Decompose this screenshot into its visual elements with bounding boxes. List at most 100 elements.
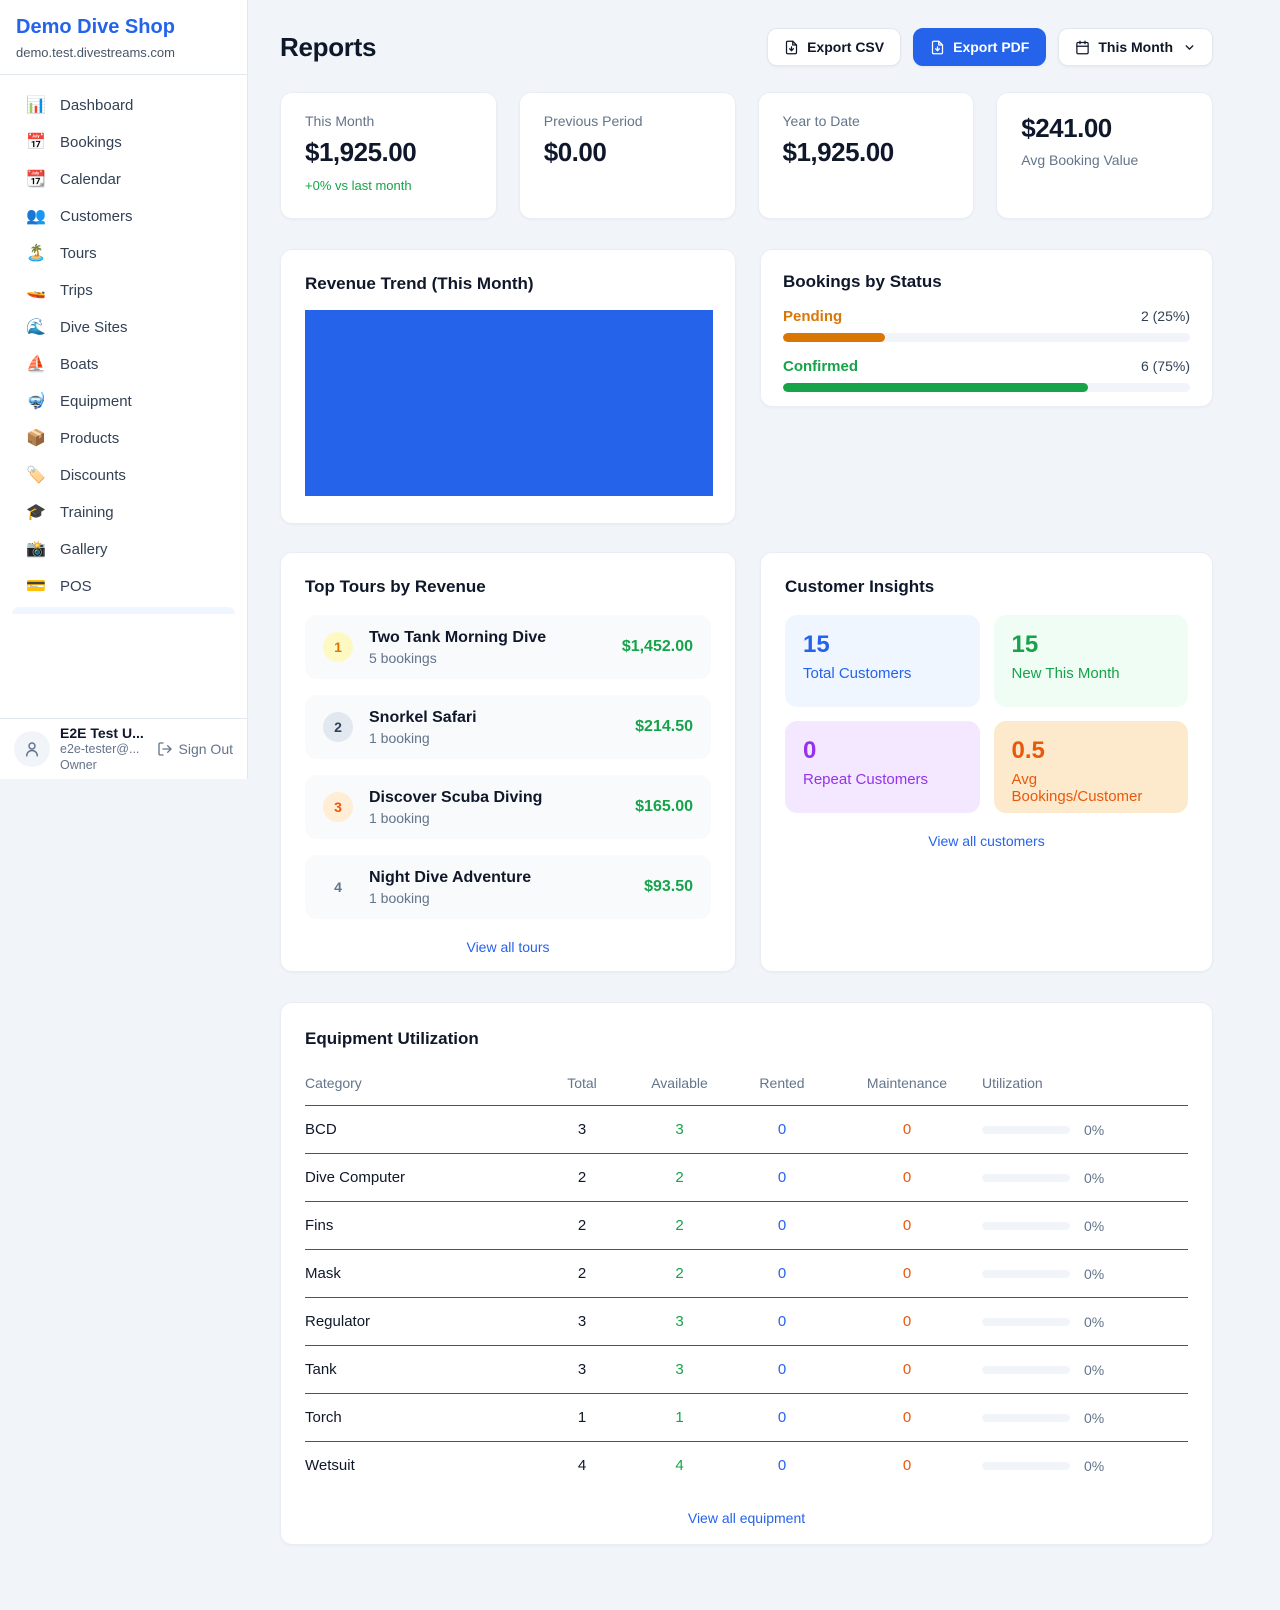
customer-insights-title: Customer Insights <box>785 577 1188 597</box>
cell-available: 1 <box>627 1394 732 1442</box>
utilization-pct: 0% <box>1084 1122 1104 1138</box>
tour-row[interactable]: 2 Snorkel Safari 1 booking $214.50 <box>305 695 711 759</box>
cell-total: 1 <box>537 1394 627 1442</box>
cell-total: 2 <box>537 1202 627 1250</box>
column-header-available: Available <box>627 1063 732 1106</box>
cell-total: 3 <box>537 1346 627 1394</box>
sidebar-item-label: Tours <box>60 245 97 262</box>
table-row: Dive Computer 2 2 0 0 0% <box>305 1154 1188 1202</box>
stat-label: Year to Date <box>783 113 950 129</box>
cell-available: 2 <box>627 1154 732 1202</box>
revenue-trend-chart <box>305 310 713 496</box>
sidebar-item-dive-sites[interactable]: 🌊 Dive Sites <box>12 309 235 346</box>
tour-list: 1 Two Tank Morning Dive 5 bookings $1,45… <box>305 615 711 919</box>
insight-tile-avg-bookings: 0.5 Avg Bookings/Customer <box>994 721 1189 813</box>
sidebar-item-boats[interactable]: ⛵ Boats <box>12 346 235 383</box>
export-csv-button[interactable]: Export CSV <box>767 28 901 66</box>
tour-bookings: 1 booking <box>369 730 477 746</box>
utilization-bar <box>982 1318 1070 1326</box>
file-download-icon <box>930 40 945 55</box>
cell-category: Dive Computer <box>305 1154 537 1202</box>
export-pdf-button[interactable]: Export PDF <box>913 28 1046 66</box>
cell-available: 2 <box>627 1202 732 1250</box>
sign-out-button[interactable]: Sign Out <box>157 741 233 757</box>
gallery-icon: 📸 <box>26 542 46 558</box>
sidebar-item-pos[interactable]: 💳 POS <box>12 568 235 605</box>
tour-name: Night Dive Adventure <box>369 869 531 886</box>
cell-total: 2 <box>537 1250 627 1298</box>
equipment-utilization-card: Equipment Utilization Category Total Ava… <box>280 1002 1213 1545</box>
table-row: Fins 2 2 0 0 0% <box>305 1202 1188 1250</box>
tour-bookings: 1 booking <box>369 890 531 906</box>
table-row: Wetsuit 4 4 0 0 0% <box>305 1442 1188 1490</box>
cell-maintenance: 0 <box>832 1106 982 1154</box>
rank-badge: 2 <box>323 712 353 742</box>
cell-total: 4 <box>537 1442 627 1490</box>
period-dropdown[interactable]: This Month <box>1058 28 1213 66</box>
rank-badge: 4 <box>323 872 353 902</box>
stat-label: Previous Period <box>544 113 711 129</box>
sidebar-item-trips[interactable]: 🚤 Trips <box>12 272 235 309</box>
cell-category: Fins <box>305 1202 537 1250</box>
sidebar-item-dashboard[interactable]: 📊 Dashboard <box>12 87 235 124</box>
sidebar-item-products[interactable]: 📦 Products <box>12 420 235 457</box>
insight-tile-new-this-month: 15 New This Month <box>994 615 1189 707</box>
trips-icon: 🚤 <box>26 283 46 299</box>
cell-available: 3 <box>627 1106 732 1154</box>
sidebar-item-label: Boats <box>60 356 98 373</box>
insight-value: 0 <box>803 737 962 765</box>
sidebar-item-customers[interactable]: 👥 Customers <box>12 198 235 235</box>
chevron-down-icon <box>1183 41 1196 54</box>
tour-amount: $165.00 <box>635 798 693 816</box>
revenue-trend-card: Revenue Trend (This Month) <box>280 249 736 524</box>
tour-row[interactable]: 1 Two Tank Morning Dive 5 bookings $1,45… <box>305 615 711 679</box>
column-header-total: Total <box>537 1063 627 1106</box>
progress-track <box>783 383 1190 392</box>
sidebar-item-gallery[interactable]: 📸 Gallery <box>12 531 235 568</box>
dive-sites-icon: 🌊 <box>26 320 46 336</box>
cell-available: 4 <box>627 1442 732 1490</box>
insight-tiles: 15 Total Customers 15 New This Month 0 R… <box>785 615 1188 813</box>
insight-label: New This Month <box>1012 665 1171 682</box>
cell-available: 3 <box>627 1298 732 1346</box>
sidebar-item-reports-partial[interactable] <box>12 607 235 614</box>
view-all-tours-link[interactable]: View all tours <box>305 939 711 955</box>
discounts-icon: 🏷️ <box>26 468 46 484</box>
cell-maintenance: 0 <box>832 1250 982 1298</box>
cell-total: 2 <box>537 1154 627 1202</box>
rank-badge: 3 <box>323 792 353 822</box>
cell-category: BCD <box>305 1106 537 1154</box>
cell-category: Wetsuit <box>305 1442 537 1490</box>
tour-amount: $214.50 <box>635 718 693 736</box>
products-icon: 📦 <box>26 431 46 447</box>
export-csv-label: Export CSV <box>807 39 884 55</box>
user-role: Owner <box>60 758 144 774</box>
tour-row[interactable]: 3 Discover Scuba Diving 1 booking $165.0… <box>305 775 711 839</box>
utilization-bar <box>982 1366 1070 1374</box>
view-all-customers-link[interactable]: View all customers <box>785 833 1188 849</box>
utilization-pct: 0% <box>1084 1266 1104 1282</box>
cell-category: Mask <box>305 1250 537 1298</box>
sidebar-item-calendar[interactable]: 📆 Calendar <box>12 161 235 198</box>
tour-name: Snorkel Safari <box>369 709 477 726</box>
utilization-pct: 0% <box>1084 1410 1104 1426</box>
sidebar-item-tours[interactable]: 🏝️ Tours <box>12 235 235 272</box>
progress-track <box>783 333 1190 342</box>
sidebar-item-equipment[interactable]: 🤿 Equipment <box>12 383 235 420</box>
page-title: Reports <box>280 32 376 63</box>
sidebar-item-bookings[interactable]: 📅 Bookings <box>12 124 235 161</box>
view-all-equipment-link[interactable]: View all equipment <box>305 1510 1188 1526</box>
sidebar-item-discounts[interactable]: 🏷️ Discounts <box>12 457 235 494</box>
column-header-rented: Rented <box>732 1063 832 1106</box>
bookings-by-status-card: Bookings by Status Pending 2 (25%) Confi… <box>760 249 1213 407</box>
utilization-bar <box>982 1126 1070 1134</box>
sidebar-item-training[interactable]: 🎓 Training <box>12 494 235 531</box>
sidebar-item-label: Training <box>60 504 114 521</box>
table-row: BCD 3 3 0 0 0% <box>305 1106 1188 1154</box>
tour-row[interactable]: 4 Night Dive Adventure 1 booking $93.50 <box>305 855 711 919</box>
stat-card-this-month: This Month $1,925.00 +0% vs last month <box>280 92 497 219</box>
insight-label: Repeat Customers <box>803 771 962 788</box>
insight-tile-repeat-customers: 0 Repeat Customers <box>785 721 980 813</box>
cell-category: Torch <box>305 1394 537 1442</box>
sidebar-item-label: Trips <box>60 282 93 299</box>
